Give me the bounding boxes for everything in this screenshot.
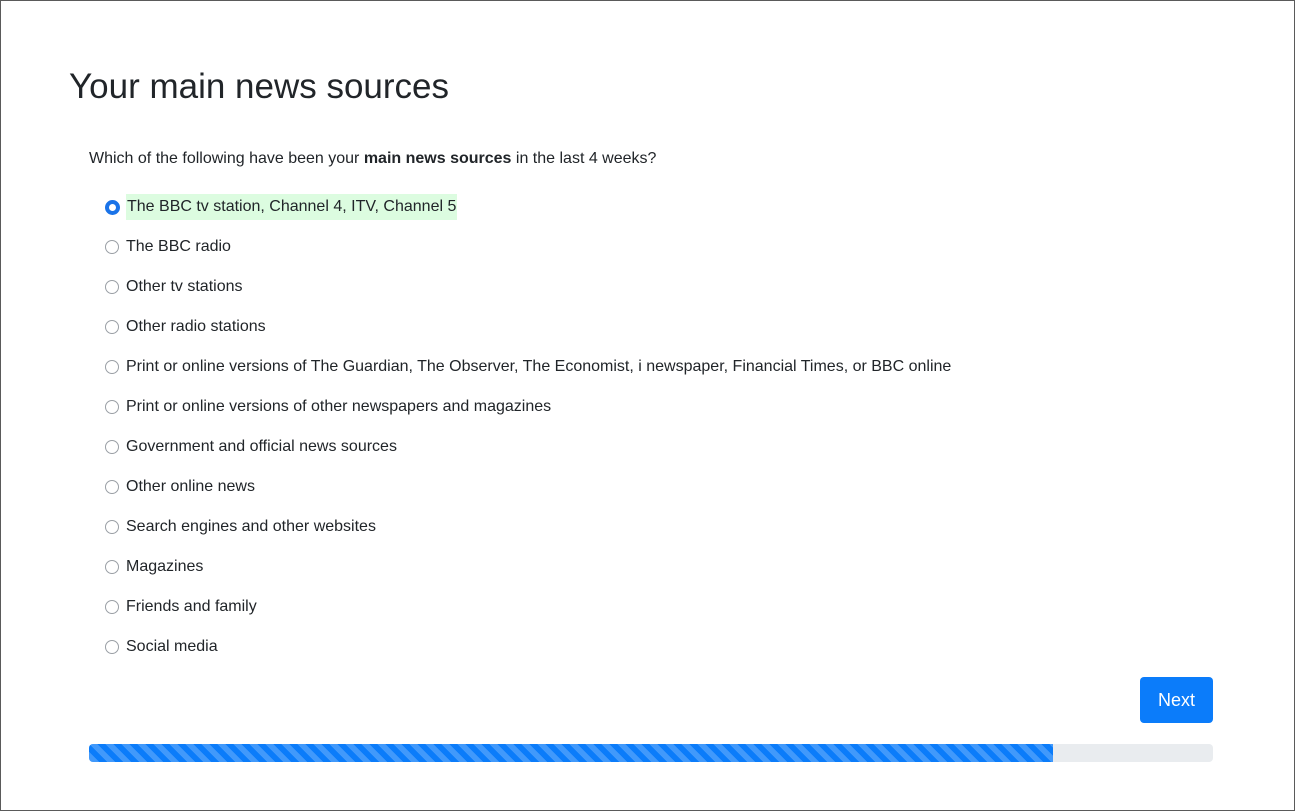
option-label: The BBC radio (126, 238, 231, 255)
option-6[interactable]: Government and official news sources (103, 427, 952, 467)
option-7[interactable]: Other online news (103, 467, 952, 507)
option-label: Print or online versions of other newspa… (126, 398, 552, 415)
option-label: Search engines and other websites (126, 518, 376, 535)
option-11[interactable]: Social media (103, 627, 952, 667)
radio-button[interactable] (105, 520, 119, 534)
progress-bar (89, 744, 1213, 762)
option-0[interactable]: The BBC tv station, Channel 4, ITV, Chan… (103, 187, 952, 227)
radio-button[interactable] (105, 600, 119, 614)
option-10[interactable]: Friends and family (103, 587, 952, 627)
radio-button[interactable] (105, 560, 119, 574)
option-4[interactable]: Print or online versions of The Guardian… (103, 347, 952, 387)
option-5[interactable]: Print or online versions of other newspa… (103, 387, 952, 427)
news-source-options: The BBC tv station, Channel 4, ITV, Chan… (103, 187, 952, 667)
option-label: Other tv stations (126, 278, 243, 295)
question-emphasis: main news sources (363, 150, 512, 167)
option-label: Friends and family (126, 598, 257, 615)
option-9[interactable]: Magazines (103, 547, 952, 587)
question-suffix: in the last 4 weeks? (511, 150, 657, 167)
survey-page: Your main news sources Which of the foll… (0, 0, 1295, 811)
option-1[interactable]: The BBC radio (103, 227, 952, 267)
radio-button[interactable] (105, 360, 119, 374)
option-label: The BBC tv station, Channel 4, ITV, Chan… (126, 194, 458, 220)
radio-button[interactable] (105, 280, 119, 294)
option-label: Social media (126, 638, 218, 655)
option-label: Government and official news sources (126, 438, 397, 455)
option-8[interactable]: Search engines and other websites (103, 507, 952, 547)
radio-button[interactable] (105, 240, 119, 254)
option-label: Print or online versions of The Guardian… (126, 358, 952, 375)
option-2[interactable]: Other tv stations (103, 267, 952, 307)
progress-bar-fill (89, 744, 1054, 762)
option-label: Magazines (126, 558, 204, 575)
radio-button[interactable] (105, 400, 119, 414)
radio-button[interactable] (105, 480, 119, 494)
option-3[interactable]: Other radio stations (103, 307, 952, 347)
radio-button[interactable] (105, 320, 119, 334)
option-label: Other radio stations (126, 318, 266, 335)
next-button[interactable]: Next (1140, 677, 1213, 723)
radio-button[interactable] (105, 640, 119, 654)
page-title: Your main news sources (69, 67, 450, 106)
question-prefix: Which of the following have been your (89, 150, 364, 167)
radio-button[interactable] (105, 440, 119, 454)
radio-button[interactable] (105, 199, 120, 215)
option-label: Other online news (126, 478, 255, 495)
question-text: Which of the following have been your ma… (89, 148, 656, 170)
